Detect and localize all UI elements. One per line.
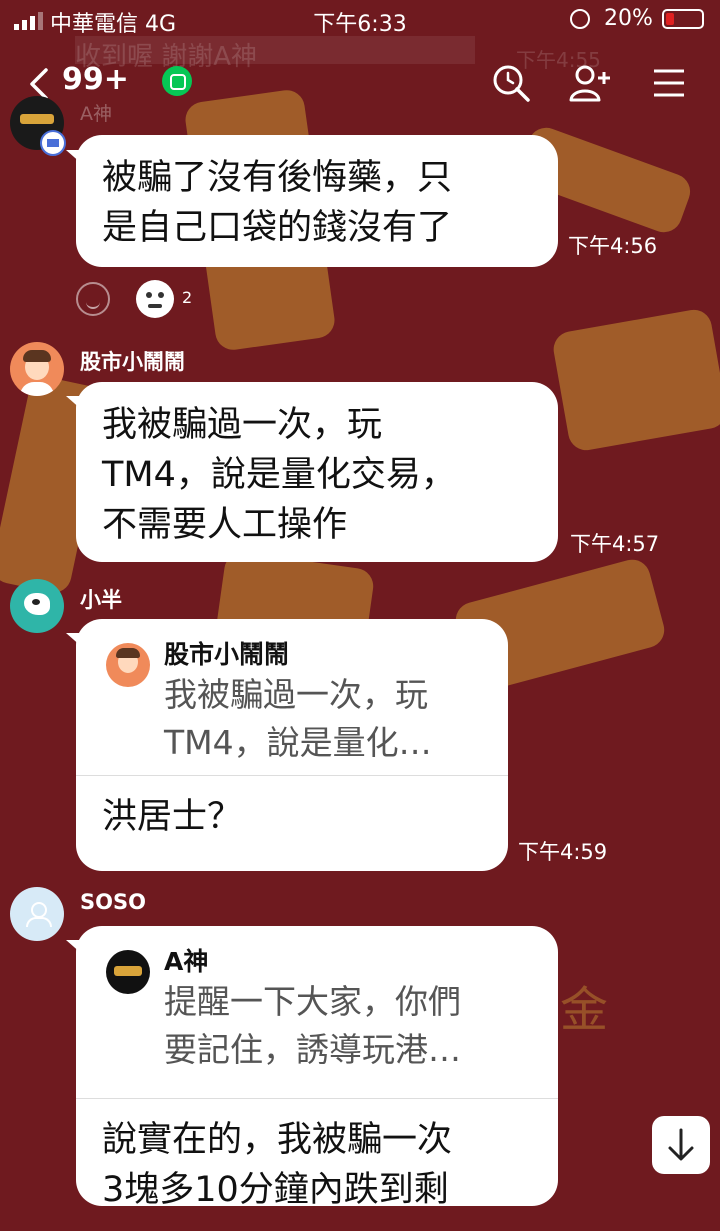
message-time: 下午4:56: [568, 234, 658, 258]
quoted-avatar: [106, 643, 150, 687]
quoted-sender: A神: [164, 947, 209, 976]
sender-name: 股市小鬧鬧: [80, 350, 185, 374]
quoted-message[interactable]: A神 提醒一下大家，你們 要記住，誘導玩港…: [76, 926, 558, 1098]
battery-percentage: 20%: [604, 6, 653, 31]
avatar[interactable]: [10, 342, 64, 396]
line-status-icon: [162, 66, 192, 96]
status-bar: 中華電信 4G 下午6:33 20%: [0, 0, 720, 40]
message-bubble[interactable]: 我被騙過一次，玩 TM4，說是量化交易， 不需要人工操作: [76, 382, 558, 562]
message-time: 下午4:57: [570, 532, 660, 556]
add-reaction-icon[interactable]: [76, 282, 110, 316]
quoted-text: 提醒一下大家，你們 要記住，誘導玩港…: [164, 982, 461, 1069]
menu-icon[interactable]: [648, 62, 690, 104]
bubble-tail: [66, 633, 82, 647]
message-time: 下午4:59: [518, 840, 608, 864]
quoted-text: 我被騙過一次，玩 TM4，說是量化…: [164, 675, 432, 762]
reply-bubble[interactable]: A神 提醒一下大家，你們 要記住，誘導玩港… 說實在的，我被騙一次 3塊多10分…: [76, 926, 558, 1210]
scroll-to-bottom-button[interactable]: [652, 1116, 710, 1174]
sender-name: A神: [80, 103, 112, 125]
message-text: 洪居士？: [102, 797, 243, 837]
background-character: 金: [560, 982, 609, 1038]
avatar[interactable]: [10, 579, 64, 633]
crown-badge-icon: [40, 130, 66, 156]
background-stroke: [550, 307, 720, 453]
sender-name: 小半: [80, 588, 122, 612]
thumbs-up-reaction-icon[interactable]: [136, 280, 174, 318]
sender-name: SOSO: [80, 890, 146, 914]
arrow-down-icon: [668, 1128, 694, 1161]
bubble-tail: [66, 396, 82, 410]
message-text: 說實在的，我被騙一次 3塊多10分鐘內跌到剩: [102, 1120, 453, 1210]
search-icon[interactable]: [490, 62, 532, 104]
quoted-message[interactable]: 股市小鬧鬧 我被騙過一次，玩 TM4，說是量化…: [76, 619, 508, 775]
quoted-avatar: [106, 950, 150, 994]
quoted-sender: 股市小鬧鬧: [164, 640, 290, 669]
message-bubble[interactable]: 被騙了沒有後悔藥，只 是自己口袋的錢沒有了: [76, 135, 558, 267]
reply-bubble[interactable]: 股市小鬧鬧 我被騙過一次，玩 TM4，說是量化… 洪居士？: [76, 619, 508, 871]
message-text: 我被騙過一次，玩 TM4，說是量化交易， 不需要人工操作: [102, 405, 456, 545]
unread-count[interactable]: 99+: [62, 62, 129, 97]
orientation-lock-icon: [570, 9, 590, 29]
message-text: 被騙了沒有後悔藥，只 是自己口袋的錢沒有了: [102, 158, 453, 248]
reaction-count: 2: [182, 288, 193, 307]
add-friend-icon[interactable]: [568, 62, 610, 104]
battery-icon: [662, 9, 704, 29]
avatar[interactable]: [10, 887, 64, 941]
bubble-tail: [66, 940, 82, 954]
bubble-tail: [66, 150, 82, 164]
